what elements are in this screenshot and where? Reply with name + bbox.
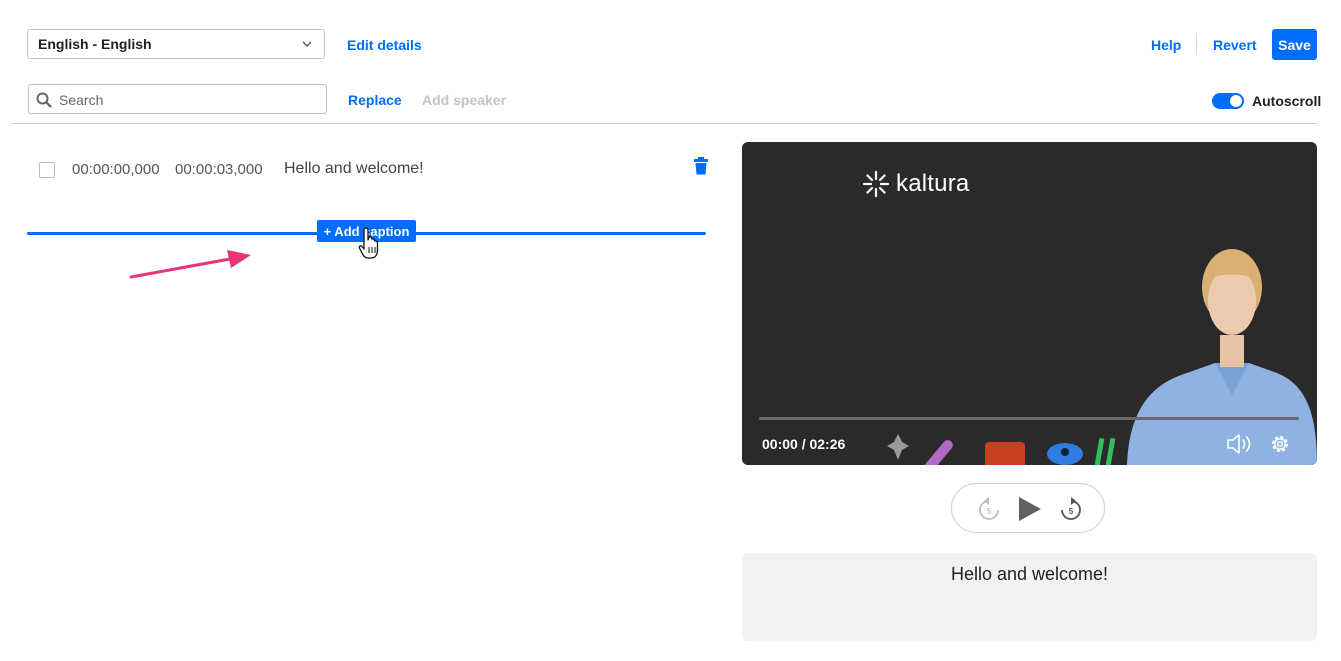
search-icon [36,92,52,108]
replace-link[interactable]: Replace [348,92,402,108]
rewind-5-icon[interactable]: 5 [977,496,1001,522]
language-select[interactable]: English - English [27,29,325,59]
caption-preview: Hello and welcome! [742,553,1317,641]
language-select-value: English - English [38,36,152,52]
arrow-annotation-icon [129,250,251,279]
presenter-image [1127,249,1317,465]
volume-icon[interactable] [1226,433,1254,455]
hand-pointer-cursor-icon [358,227,379,259]
kaltura-logo-text: kaltura [896,170,970,197]
autoscroll-toggle[interactable] [1212,93,1244,109]
caption-start-time[interactable]: 00:00:00,000 [72,161,160,178]
search-box[interactable] [28,84,327,114]
time-display: 00:00 / 02:26 [762,436,846,452]
play-icon[interactable] [1017,495,1043,523]
add-speaker-link[interactable]: Add speaker [422,92,506,108]
toolbar-divider [1196,34,1197,54]
forward-5-icon[interactable]: 5 [1059,496,1083,522]
help-link[interactable]: Help [1151,37,1181,53]
revert-button[interactable]: Revert [1213,37,1257,53]
playback-controls: 5 5 [951,483,1105,533]
chevron-down-icon [302,41,312,47]
caption-checkbox[interactable] [39,162,55,178]
svg-text:5: 5 [1069,507,1074,516]
edit-details-link[interactable]: Edit details [347,37,422,53]
decorative-shapes [887,434,1116,465]
caption-text[interactable]: Hello and welcome! [284,160,424,178]
save-button[interactable]: Save [1272,29,1317,60]
progress-bar[interactable] [759,417,1299,420]
header-divider [12,123,1317,124]
video-player[interactable]: kaltura 00:00 / 02:26 [742,142,1317,465]
settings-icon[interactable] [1269,433,1291,455]
svg-text:5: 5 [987,507,992,516]
autoscroll-label: Autoscroll [1252,93,1322,109]
kaltura-logo-icon [862,170,890,198]
kaltura-logo: kaltura [862,170,969,198]
trash-icon[interactable] [693,157,709,175]
search-input[interactable] [57,89,321,111]
caption-end-time[interactable]: 00:00:03,000 [175,161,263,178]
caption-preview-text: Hello and welcome! [950,564,1109,584]
